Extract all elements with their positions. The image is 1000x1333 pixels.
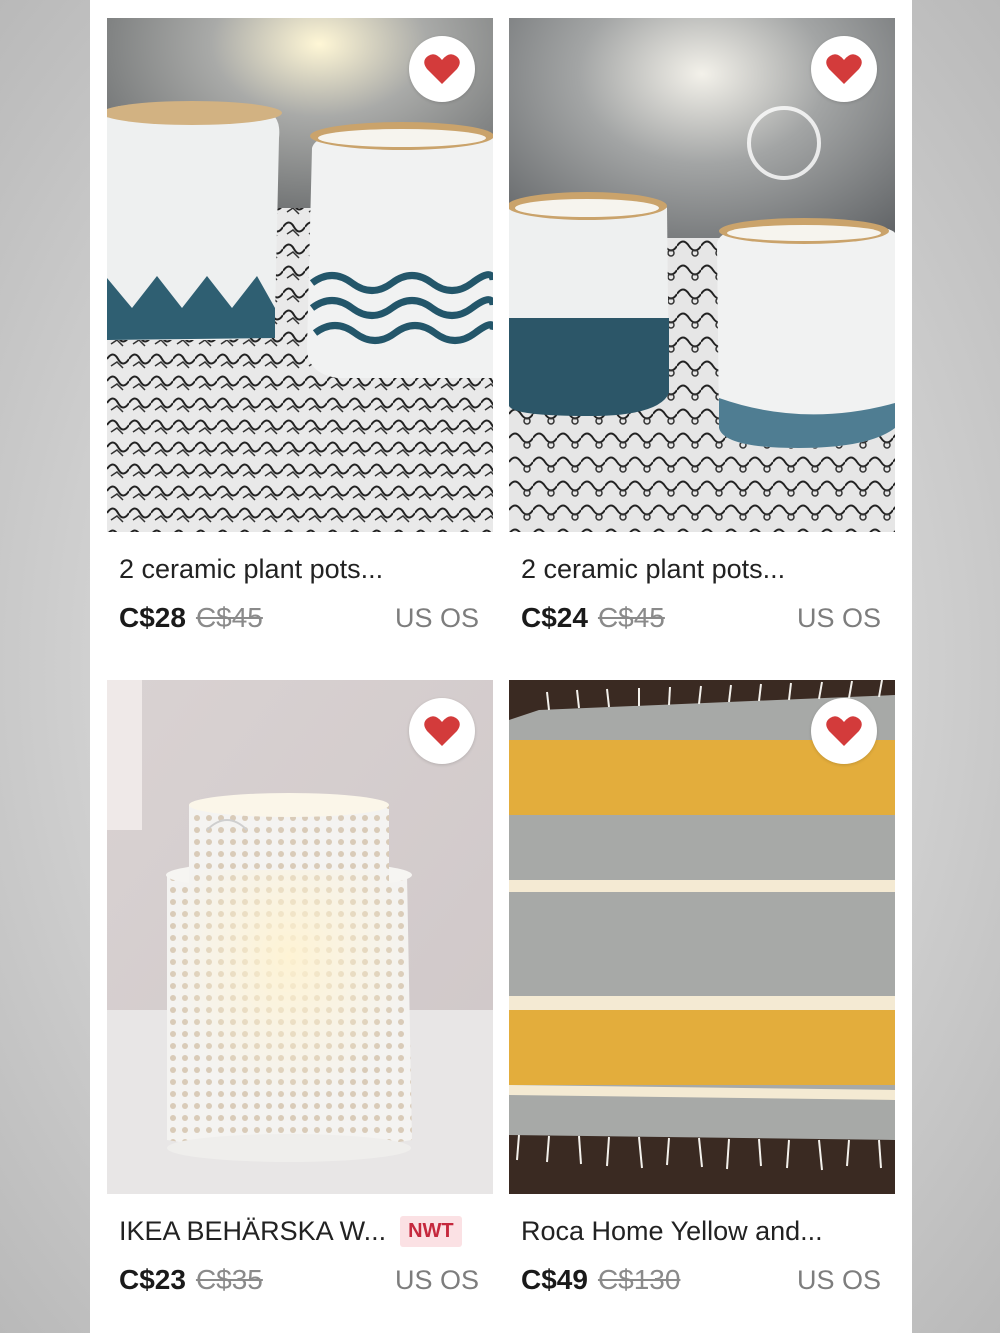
price-row: C$49 C$130 US OS [521, 1264, 881, 1296]
listing-title[interactable]: Roca Home Yellow and... [521, 1216, 891, 1247]
like-button[interactable] [409, 36, 475, 102]
heart-icon [424, 716, 460, 746]
price: C$23 [119, 1264, 186, 1295]
price-row: C$24 C$45 US OS [521, 602, 881, 634]
size-label: US OS [796, 1265, 881, 1295]
like-button[interactable] [409, 698, 475, 764]
price-row: C$23 C$35 US OS [119, 1264, 479, 1296]
like-button[interactable] [811, 36, 877, 102]
size-label: US OS [394, 603, 479, 633]
like-button[interactable] [811, 698, 877, 764]
heart-icon [424, 54, 460, 84]
listing-title[interactable]: IKEA BEHÄRSKA W... NWT [119, 1216, 489, 1247]
price: C$28 [119, 602, 186, 633]
price: C$49 [521, 1264, 588, 1295]
original-price: C$45 [195, 602, 263, 633]
price-row: C$28 C$45 US OS [119, 602, 479, 634]
size-label: US OS [796, 603, 881, 633]
size-label: US OS [394, 1265, 479, 1295]
original-price: C$45 [597, 602, 665, 633]
heart-icon [826, 716, 862, 746]
listing-title[interactable]: 2 ceramic plant pots... [521, 554, 891, 585]
listing-grid: 2 ceramic plant pots... C$28 C$45 US OS [90, 0, 912, 1333]
original-price: C$35 [195, 1264, 263, 1295]
original-price: C$130 [597, 1264, 681, 1295]
heart-icon [826, 54, 862, 84]
price: C$24 [521, 602, 588, 633]
listing-title[interactable]: 2 ceramic plant pots... [119, 554, 489, 585]
nwt-badge: NWT [400, 1216, 462, 1247]
